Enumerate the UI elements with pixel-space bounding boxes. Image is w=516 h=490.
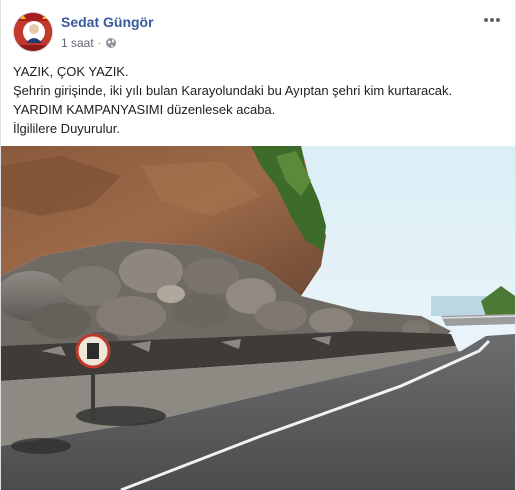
author-name-link[interactable]: Sedat Güngör xyxy=(61,14,154,30)
meta-separator: · xyxy=(97,37,102,49)
post-header: Sedat Güngör 1 saat · xyxy=(13,10,503,54)
avatar[interactable] xyxy=(13,12,53,52)
facebook-post: Sedat Güngör 1 saat · YAZIK, ÇOK YAZIK. … xyxy=(0,0,516,490)
ellipsis-icon-dot xyxy=(484,18,488,22)
post-text: YAZIK, ÇOK YAZIK. Şehrin girişinde, iki … xyxy=(13,62,503,138)
post-meta: 1 saat · xyxy=(61,36,117,50)
globe-icon[interactable] xyxy=(105,37,117,49)
ellipsis-icon-dot xyxy=(496,18,500,22)
post-text-line: Şehrin girişinde, iki yılı bulan Karayol… xyxy=(13,83,453,98)
post-text-line: İlgililere Duyurulur. xyxy=(13,121,120,136)
rockfall-road-photo xyxy=(1,146,515,490)
post-text-line: YAZIK, ÇOK YAZIK. xyxy=(13,64,129,79)
more-options-button[interactable] xyxy=(481,12,503,28)
avatar-image xyxy=(14,13,52,51)
post-text-line: YARDIM KAMPANYASIMI düzenlesek acaba. xyxy=(13,102,276,117)
ellipsis-icon-dot xyxy=(490,18,494,22)
post-timestamp[interactable]: 1 saat xyxy=(61,36,94,50)
post-photo[interactable] xyxy=(1,146,515,490)
